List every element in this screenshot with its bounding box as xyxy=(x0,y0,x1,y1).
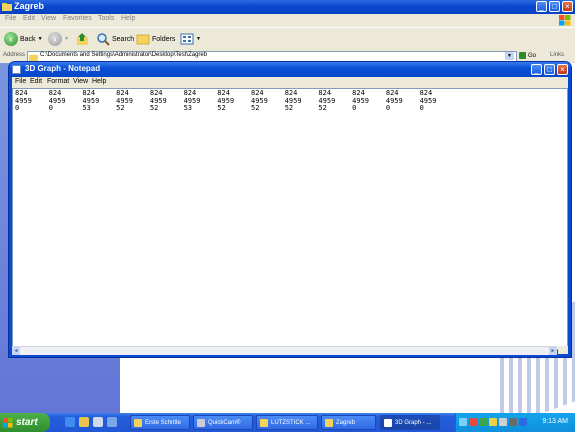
resize-grip[interactable] xyxy=(558,346,568,354)
network-icon[interactable] xyxy=(459,418,467,426)
back-dropdown-icon[interactable]: ▼ xyxy=(38,36,43,42)
task-zagreb[interactable]: Zagreb xyxy=(321,415,376,430)
go-arrow-icon xyxy=(519,52,526,59)
links-button[interactable]: Links xyxy=(550,52,564,58)
explorer-close-button[interactable]: × xyxy=(562,1,573,12)
back-arrow-icon: ‹ xyxy=(4,32,18,46)
search-label: Search xyxy=(112,35,135,43)
horizontal-scrollbar[interactable]: ◄ ► xyxy=(12,346,557,355)
antivirus-icon[interactable] xyxy=(469,418,477,426)
webcam-tray-icon[interactable] xyxy=(509,418,517,426)
search-icon xyxy=(97,33,110,46)
scroll-left-icon[interactable]: ◄ xyxy=(12,347,20,355)
menu-tools[interactable]: Tools xyxy=(98,15,114,22)
menu-favorites[interactable]: Favorites xyxy=(63,15,92,22)
task-label: 3D Graph - ... xyxy=(395,419,432,426)
start-label: start xyxy=(16,417,38,428)
task-label: Erste Schritte xyxy=(145,419,182,426)
media-quicklaunch-icon[interactable] xyxy=(107,417,117,427)
task-erste-schritte[interactable]: Erste Schritte xyxy=(130,415,190,430)
desktop-quicklaunch-icon[interactable] xyxy=(93,417,103,427)
back-label: Back xyxy=(20,35,36,43)
address-dropdown-icon[interactable]: ▼ xyxy=(505,52,514,60)
folder-icon xyxy=(325,418,333,427)
notepad-minimize-button[interactable]: _ xyxy=(531,64,542,75)
taskbar: start Erste Schritte QuickCam® LUTZSTICK… xyxy=(0,413,575,432)
up-folder-button[interactable] xyxy=(76,31,90,47)
notepad-close-button[interactable]: × xyxy=(557,64,568,75)
task-3d-graph-notepad[interactable]: 3D Graph - ... xyxy=(380,415,440,430)
np-menu-view[interactable]: View xyxy=(73,78,88,85)
go-label: Go xyxy=(528,52,537,59)
explorer-quicklaunch-icon[interactable] xyxy=(79,417,89,427)
notepad-menubar: File Edit Format View Help xyxy=(12,77,568,88)
clock[interactable]: 9:13 AM xyxy=(542,418,568,425)
forward-button[interactable]: › ▼ xyxy=(48,31,69,47)
webcam-icon xyxy=(197,418,205,427)
explorer-maximize-button[interactable]: □ xyxy=(549,1,560,12)
explorer-title: Zagreb xyxy=(14,1,45,11)
ie-quicklaunch-icon[interactable] xyxy=(65,417,75,427)
np-menu-file[interactable]: File xyxy=(15,78,26,85)
go-button[interactable]: Go xyxy=(519,52,536,59)
views-dropdown-icon[interactable]: ▼ xyxy=(196,36,201,42)
address-value: C:\Documents and Settings\Administrator\… xyxy=(40,52,208,58)
address-label: Address xyxy=(3,52,26,58)
notepad-title: 3D Graph - Notepad xyxy=(25,64,101,73)
system-tray: 9:13 AM xyxy=(455,413,575,432)
explorer-title-bar[interactable]: Zagreb _ □ × xyxy=(0,0,575,14)
views-button[interactable]: ▼ xyxy=(180,31,201,47)
menu-edit[interactable]: Edit xyxy=(23,15,35,22)
explorer-menubar: File Edit View Favorites Tools Help xyxy=(0,14,575,26)
notepad-icon xyxy=(12,65,21,74)
task-label: QuickCam® xyxy=(208,419,241,426)
np-menu-edit[interactable]: Edit xyxy=(30,78,42,85)
task-label: LUTZSTICK ... xyxy=(271,419,311,426)
task-lutzstick[interactable]: LUTZSTICK ... xyxy=(256,415,318,430)
task-label: Zagreb xyxy=(336,419,356,426)
folders-button[interactable]: Folders xyxy=(136,31,175,47)
search-button[interactable]: Search xyxy=(96,31,134,47)
security-icon[interactable] xyxy=(479,418,487,426)
back-button[interactable]: ‹ Back ▼ xyxy=(4,31,43,47)
notepad-title-bar[interactable]: 3D Graph - Notepad _ □ × xyxy=(9,62,571,77)
forward-dropdown-icon[interactable]: ▼ xyxy=(64,36,69,42)
notepad-window: 3D Graph - Notepad _ □ × File Edit Forma… xyxy=(9,62,571,357)
notepad-icon xyxy=(384,418,392,427)
notepad-maximize-button[interactable]: □ xyxy=(544,64,555,75)
folders-icon xyxy=(136,34,150,45)
menu-help[interactable]: Help xyxy=(121,15,135,22)
notepad-text-area[interactable]: 824 824 824 824 824 824 824 824 824 824 … xyxy=(12,88,568,350)
task-quickcam[interactable]: QuickCam® xyxy=(193,415,253,430)
windows-flag-icon xyxy=(3,417,13,427)
views-icon xyxy=(180,33,194,45)
volume-icon[interactable] xyxy=(499,418,507,426)
explorer-toolbar: ‹ Back ▼ › ▼ Search Folders ▼ xyxy=(0,27,575,51)
folder-icon xyxy=(134,418,142,427)
folder-icon xyxy=(2,3,12,11)
windows-logo-icon xyxy=(559,15,571,26)
folder-icon xyxy=(29,54,38,61)
menu-view[interactable]: View xyxy=(41,15,56,22)
forward-arrow-icon: › xyxy=(48,32,62,46)
usb-icon[interactable] xyxy=(489,418,497,426)
folder-icon xyxy=(260,418,268,427)
np-menu-format[interactable]: Format xyxy=(47,78,69,85)
np-menu-help[interactable]: Help xyxy=(92,78,106,85)
folders-label: Folders xyxy=(152,35,176,43)
bluetooth-icon[interactable] xyxy=(519,418,527,426)
start-button[interactable]: start xyxy=(0,413,50,432)
scroll-right-icon[interactable]: ► xyxy=(549,347,557,355)
up-folder-icon xyxy=(77,33,88,45)
menu-file[interactable]: File xyxy=(5,15,16,22)
explorer-minimize-button[interactable]: _ xyxy=(536,1,547,12)
notepad-content: 824 824 824 824 824 824 824 824 824 824 … xyxy=(15,89,437,112)
